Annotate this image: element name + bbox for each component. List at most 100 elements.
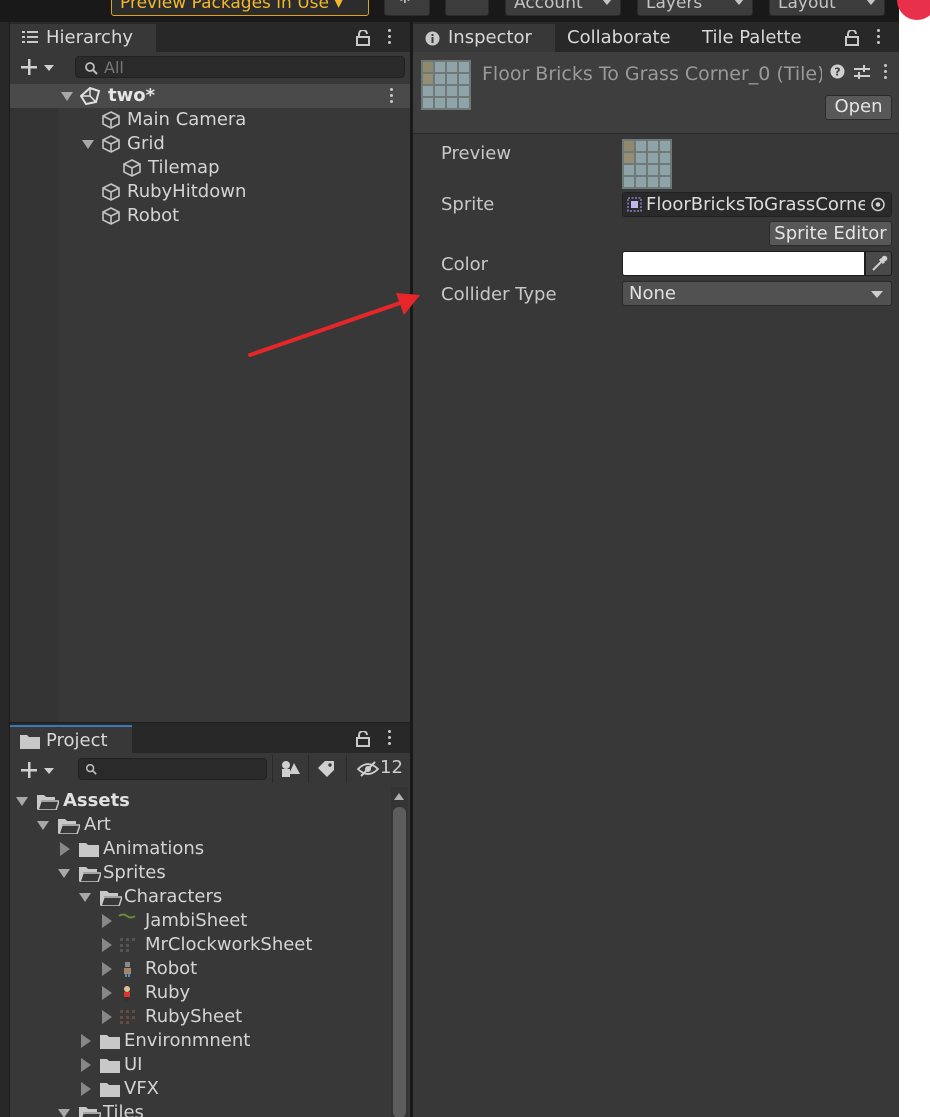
tag-icon (318, 761, 336, 777)
tab-project[interactable]: Project (10, 725, 132, 753)
kebab-menu-icon[interactable] (388, 29, 392, 45)
tab-collaborate[interactable]: Collaborate (567, 24, 671, 52)
lock-icon[interactable] (356, 731, 370, 747)
scroll-up-arrow-icon[interactable] (394, 793, 404, 800)
chevron-down-icon[interactable] (82, 140, 94, 149)
search-by-label-button[interactable] (308, 755, 344, 783)
tree-item-label: MrClockworkSheet (145, 934, 313, 955)
create-button[interactable] (20, 57, 60, 77)
project-panel: Project 12 Assets Art Animations Sprites… (10, 722, 410, 1117)
tree-item-rubysheet[interactable]: RubySheet (10, 1005, 390, 1029)
color-swatch-field[interactable] (622, 251, 865, 276)
layers-dropdown[interactable]: Layers (637, 0, 753, 16)
chevron-down-icon[interactable] (16, 797, 28, 806)
chevron-right-icon[interactable] (102, 1010, 112, 1024)
gameobject-cube-icon (102, 207, 120, 225)
chevron-down-icon: ▾ (328, 0, 343, 13)
hidden-packages-toggle[interactable]: 12 (346, 755, 406, 783)
tree-item-ruby[interactable]: Ruby (10, 981, 390, 1005)
project-scrollbar[interactable] (391, 787, 408, 1117)
tree-item-assets[interactable]: Assets (10, 789, 390, 813)
hierarchy-panel: Hierarchy All two* Main Camera Grid Tile… (10, 22, 410, 722)
account-dropdown[interactable]: Account (505, 0, 621, 16)
search-icon (85, 763, 97, 775)
tree-item-sprites[interactable]: Sprites (10, 861, 390, 885)
kebab-menu-icon[interactable] (388, 730, 392, 746)
sun-icon: ✲ (399, 0, 411, 9)
tab-hierarchy[interactable]: Hierarchy (10, 24, 156, 52)
hierarchy-item-tilemap[interactable]: Tilemap (10, 156, 410, 180)
tree-item-label: Environmnent (124, 1030, 251, 1051)
tree-item-animations[interactable]: Animations (10, 837, 390, 861)
preview-packages-button[interactable]: Preview Packages in Use ▾ (111, 0, 369, 16)
search-icon (84, 61, 98, 75)
tree-item-ui[interactable]: UI (10, 1053, 390, 1077)
tree-item-label: Ruby (145, 982, 191, 1003)
chevron-down-icon (866, 0, 876, 5)
tree-item-environment[interactable]: Environmnent (10, 1029, 390, 1053)
hidden-count: 12 (380, 757, 403, 778)
sprite-editor-button[interactable]: Sprite Editor (769, 221, 892, 246)
annotation-arrow (248, 293, 420, 357)
scene-row[interactable]: two* (10, 84, 410, 108)
chevron-right-icon[interactable] (81, 1034, 91, 1048)
hierarchy-item-rubyhitdown[interactable]: RubyHitdown (10, 180, 410, 204)
lock-icon[interactable] (845, 30, 859, 46)
hierarchy-search-input[interactable]: All (75, 56, 405, 78)
cloud-services-button[interactable]: ✲ (384, 0, 430, 16)
tree-item-mrclockworksheet[interactable]: MrClockworkSheet (10, 933, 390, 957)
hierarchy-item-robot[interactable]: Robot (10, 204, 410, 228)
scene-name: two* (108, 85, 156, 106)
kebab-menu-icon[interactable] (884, 64, 888, 80)
tree-item-label: Characters (124, 886, 223, 907)
lock-icon[interactable] (356, 30, 370, 46)
tree-item-jambisheet[interactable]: JambiSheet (10, 909, 390, 933)
tab-inspector[interactable]: Inspector (413, 24, 555, 52)
collab-button[interactable] (445, 0, 489, 16)
tree-item-robot[interactable]: Robot (10, 957, 390, 981)
preset-sliders-icon[interactable] (854, 64, 870, 80)
chevron-down-icon[interactable] (37, 821, 49, 830)
open-button[interactable]: Open (825, 95, 892, 120)
color-label: Color (441, 254, 488, 275)
collider-type-dropdown[interactable]: None (622, 281, 892, 306)
tab-tile-palette[interactable]: Tile Palette (702, 24, 802, 52)
sprite-sheet-icon (118, 1009, 136, 1025)
chevron-right-icon[interactable] (102, 986, 112, 1000)
project-search-input[interactable] (78, 758, 267, 780)
project-tabbar: Project (10, 723, 410, 753)
collider-type-value: None (629, 283, 676, 304)
chevron-right-icon[interactable] (60, 842, 70, 856)
chevron-right-icon[interactable] (102, 962, 112, 976)
kebab-menu-icon[interactable] (877, 29, 881, 45)
chevron-down-icon[interactable] (58, 1109, 70, 1117)
chevron-right-icon[interactable] (102, 914, 112, 928)
tree-item-tiles[interactable]: Tiles (10, 1101, 390, 1117)
tree-item-vfx[interactable]: VFX (10, 1077, 390, 1101)
search-by-type-button[interactable] (272, 755, 306, 783)
eyedropper-button[interactable] (865, 251, 892, 276)
tree-item-art[interactable]: Art (10, 813, 390, 837)
folder-open-icon (37, 793, 59, 810)
hierarchy-item-grid[interactable]: Grid (10, 132, 410, 156)
preview-image (622, 139, 672, 189)
chevron-down-icon[interactable] (79, 893, 91, 902)
layout-dropdown[interactable]: Layout (769, 0, 885, 16)
chevron-down-icon[interactable] (58, 869, 70, 878)
inspector-panel: Inspector Collaborate Tile Palette Floor… (413, 22, 899, 1117)
sprite-object-field[interactable]: FloorBricksToGrassCorner_0 (622, 192, 892, 217)
chevron-right-icon[interactable] (102, 938, 112, 952)
help-icon[interactable]: ? (830, 64, 845, 79)
folder-icon (20, 733, 40, 749)
create-button[interactable] (20, 760, 60, 780)
tree-item-characters[interactable]: Characters (10, 885, 390, 909)
sprite-sheet-icon (118, 913, 136, 929)
scrollbar-thumb[interactable] (393, 807, 406, 1117)
chevron-right-icon[interactable] (81, 1058, 91, 1072)
robot-sprite-icon (118, 961, 136, 977)
object-picker-icon[interactable] (865, 193, 891, 216)
hierarchy-item-main-camera[interactable]: Main Camera (10, 108, 410, 132)
chevron-right-icon[interactable] (81, 1082, 91, 1096)
kebab-menu-icon[interactable] (390, 88, 394, 104)
chevron-down-icon[interactable] (61, 92, 73, 101)
